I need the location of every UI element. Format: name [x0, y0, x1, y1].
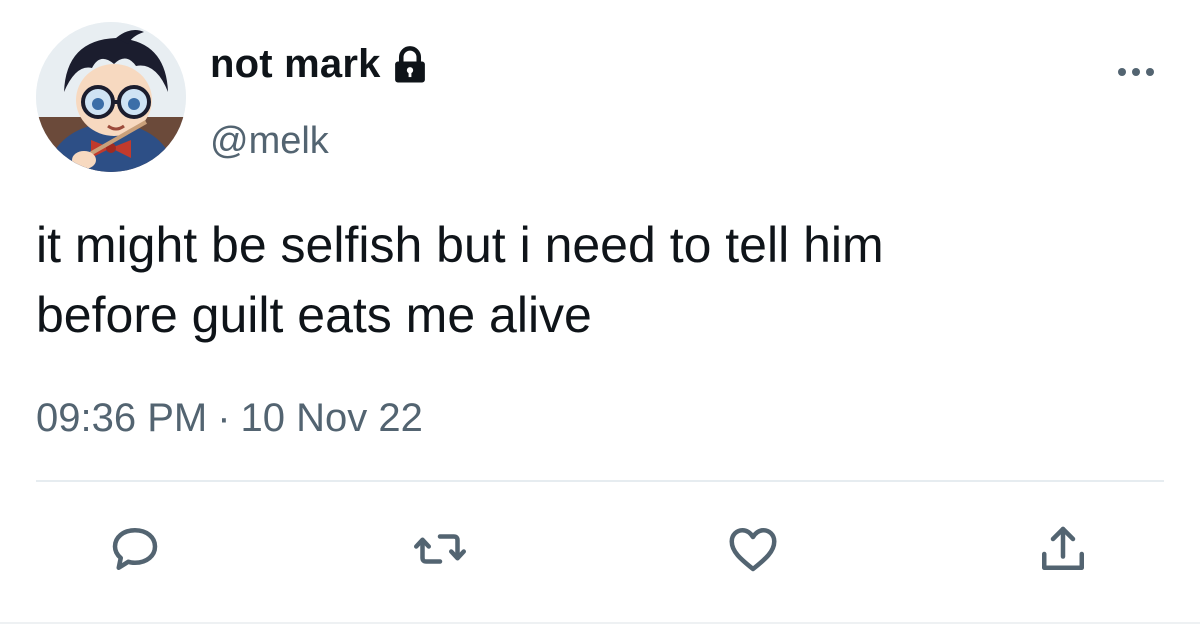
display-name-row: not mark	[210, 40, 431, 88]
tweet-timestamp[interactable]: 09:36 PM · 10 Nov 22	[36, 394, 423, 442]
timestamp-separator: ·	[217, 396, 231, 440]
reply-button[interactable]	[100, 514, 170, 584]
tweet-time: 09:36 PM	[36, 396, 208, 440]
avatar[interactable]	[36, 22, 186, 172]
tweet-card: not mark @melk it might be selfish but i…	[0, 0, 1200, 638]
user-handle[interactable]: @melk	[210, 118, 329, 164]
bottom-divider	[0, 622, 1200, 624]
divider	[36, 480, 1164, 482]
avatar-image	[36, 22, 186, 172]
display-name[interactable]: not mark	[210, 40, 381, 88]
more-options-button[interactable]	[1116, 62, 1156, 82]
reply-bubble-icon	[112, 528, 158, 570]
more-horizontal-icon	[1118, 68, 1154, 76]
lock-icon	[394, 46, 425, 83]
tweet-text: it might be selfish but i need to tell h…	[36, 217, 884, 343]
action-bar	[0, 514, 1200, 584]
retweet-button[interactable]	[405, 514, 475, 584]
share-upload-icon	[1042, 526, 1084, 570]
tweet-date: 10 Nov 22	[240, 396, 423, 440]
share-button[interactable]	[1028, 514, 1098, 584]
retweet-icon	[414, 534, 466, 564]
like-button[interactable]	[718, 514, 788, 584]
heart-icon	[729, 528, 777, 572]
